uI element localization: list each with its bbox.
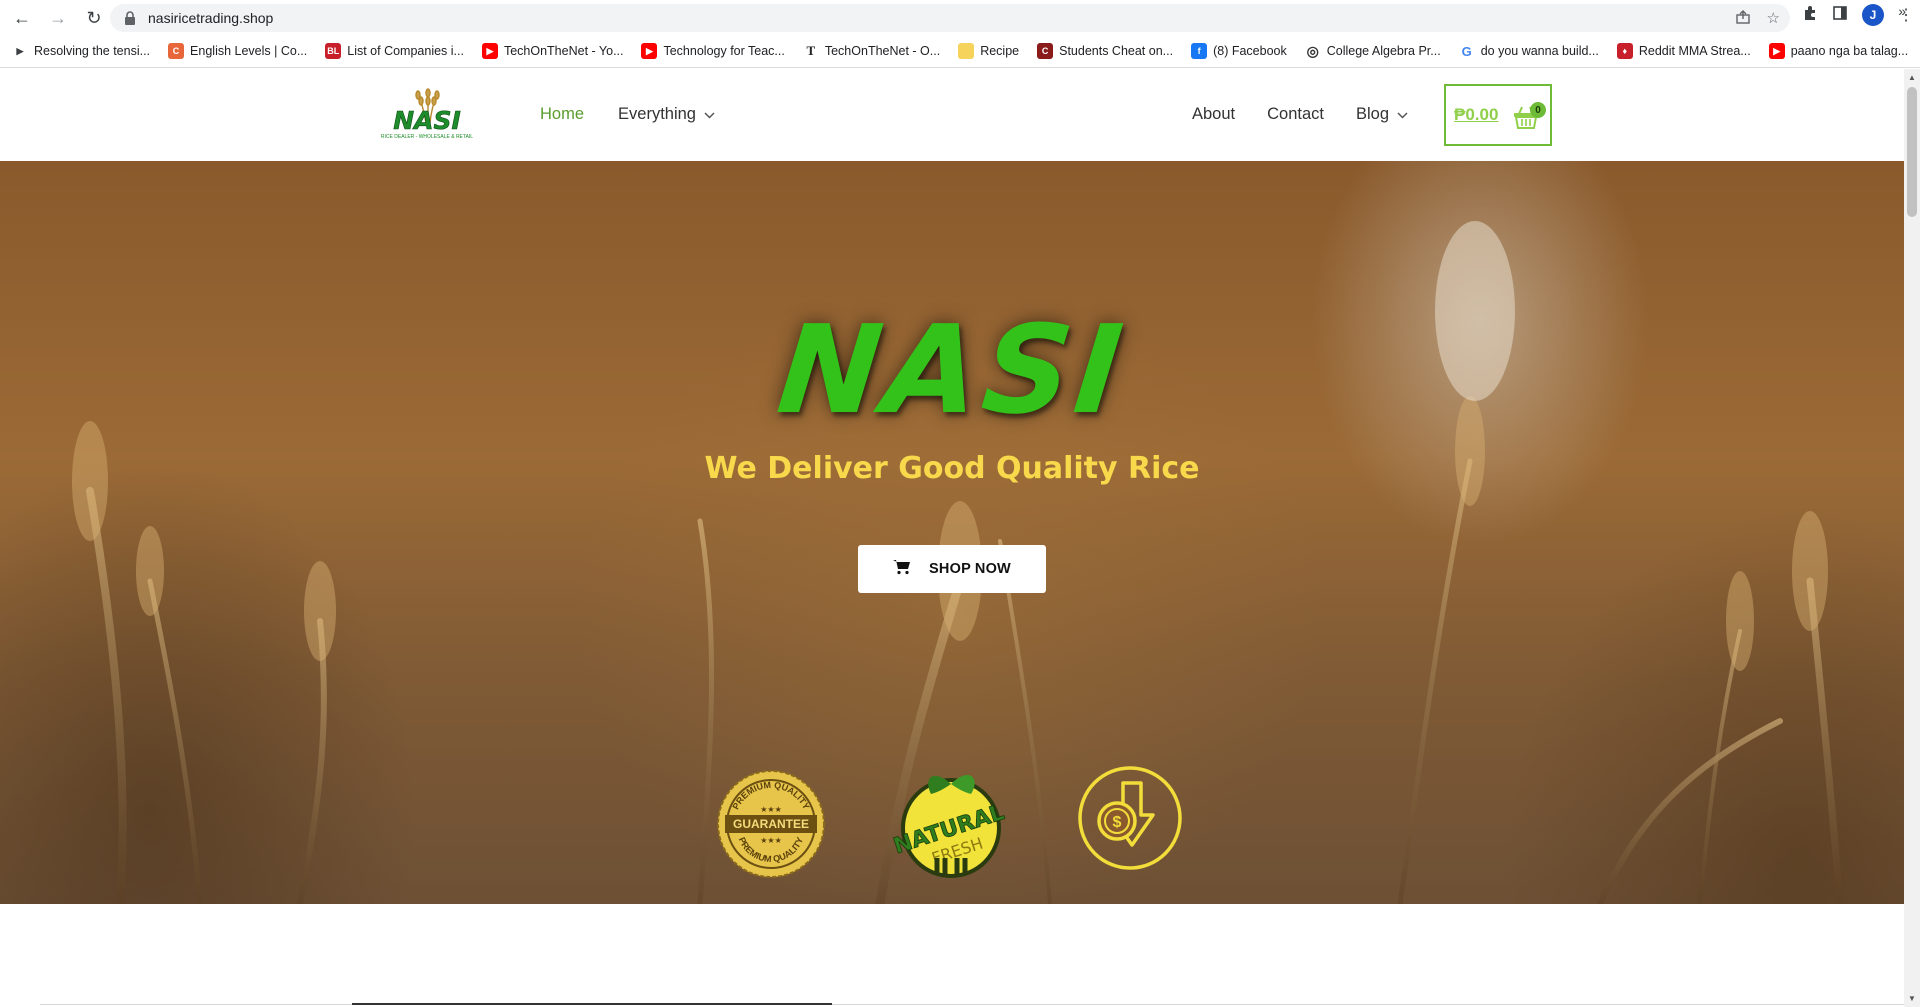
bookmark-item[interactable]: ▶ Technology for Teac...: [641, 43, 785, 59]
extensions-icon[interactable]: [1802, 5, 1818, 26]
nav-item-label: Contact: [1267, 105, 1324, 123]
profile-avatar[interactable]: J: [1862, 4, 1884, 26]
bookmark-label: Students Cheat on...: [1059, 44, 1174, 58]
cart-icon: [893, 559, 911, 579]
shop-now-button[interactable]: SHOP NOW: [858, 545, 1046, 593]
bookmark-item[interactable]: Recipe: [958, 43, 1019, 59]
reddit-icon: ♦: [1616, 43, 1633, 59]
bookmark-item[interactable]: ▶ Resolving the tensi...: [12, 43, 151, 59]
site-header: NASI RICE DEALER - WHOLESALE & RETAIL Ho…: [0, 69, 1904, 161]
scroll-up-icon[interactable]: ▲: [1908, 73, 1916, 82]
page-scrollbar[interactable]: ▲ ▼: [1904, 69, 1920, 1007]
bookmark-label: TechOnTheNet - O...: [824, 44, 941, 58]
bookmark-label: paano nga ba talag...: [1790, 44, 1909, 58]
bookmark-label: (8) Facebook: [1213, 44, 1287, 58]
scroll-down-icon[interactable]: ▼: [1908, 994, 1916, 1003]
cart-button[interactable]: ₱0.00 0: [1444, 84, 1552, 146]
chevron-down-icon: [1397, 110, 1408, 122]
c-icon: C: [1037, 43, 1054, 59]
site-icon: C: [168, 43, 185, 59]
youtube-icon: ▶: [1768, 43, 1785, 59]
share-icon[interactable]: [1735, 9, 1751, 29]
bookmark-label: Recipe: [980, 44, 1020, 58]
browser-chrome: ← → ↻ nasiricetrading.shop ☆ J ⋮ ▶ Resol…: [0, 0, 1920, 68]
nav-item-label: Blog: [1356, 105, 1390, 123]
svg-text:★★★: ★★★: [760, 805, 782, 814]
bookmark-item[interactable]: BL List of Companies i...: [325, 43, 464, 59]
bookmark-label: Reddit MMA Strea...: [1638, 44, 1751, 58]
site-logo[interactable]: NASI RICE DEALER - WHOLESALE & RETAIL: [374, 87, 480, 143]
bookmark-item[interactable]: T TechOnTheNet - O...: [803, 43, 941, 59]
bookmark-label: TechOnTheNet - Yo...: [503, 44, 624, 58]
bookmark-item[interactable]: ▶ TechOnTheNet - Yo...: [481, 43, 624, 59]
cart-count-badge: 0: [1530, 102, 1546, 118]
nav-item-label: About: [1192, 105, 1236, 123]
nav-item-label: Everything: [618, 105, 696, 123]
primary-nav-left: Home Everything: [540, 105, 715, 124]
divider: [40, 1004, 1904, 1005]
bookmark-label: List of Companies i...: [347, 44, 464, 58]
hero-subtitle: We Deliver Good Quality Rice: [704, 451, 1200, 486]
svg-text:$: $: [1113, 814, 1122, 831]
scrollbar-thumb[interactable]: [1907, 87, 1917, 217]
youtube-icon: ▶: [641, 43, 658, 59]
facebook-icon: f: [1191, 43, 1208, 59]
address-bar[interactable]: nasiricetrading.shop ☆: [110, 4, 1790, 32]
back-icon[interactable]: ←: [8, 4, 36, 32]
hero-banner: NASI We Deliver Good Quality Rice SHOP N…: [0, 161, 1904, 904]
bookmark-label: do you wanna build...: [1480, 44, 1599, 58]
bookmark-item[interactable]: ♦ Reddit MMA Strea...: [1616, 43, 1751, 59]
bl-icon: BL: [325, 43, 342, 59]
youtube-icon: ▶: [481, 43, 498, 59]
reload-icon[interactable]: ↻: [80, 4, 108, 32]
nav-item-label: Home: [540, 105, 585, 123]
nav-item-contact[interactable]: Contact: [1267, 105, 1324, 124]
cart-amount: ₱0.00: [1454, 105, 1499, 124]
web-page: NASI RICE DEALER - WHOLESALE & RETAIL Ho…: [0, 69, 1904, 1007]
bookmark-item[interactable]: Gdo you wanna build...: [1459, 43, 1599, 59]
low-price-badge: $: [1077, 765, 1183, 876]
logo-text: NASI: [393, 106, 461, 135]
folder-icon: [958, 43, 975, 59]
url-text: nasiricetrading.shop: [148, 10, 274, 26]
bookmark-item[interactable]: C Students Cheat on...: [1037, 43, 1173, 59]
nav-item-home[interactable]: Home: [540, 105, 584, 124]
logo-tagline: RICE DEALER - WHOLESALE & RETAIL: [381, 134, 473, 140]
premium-quality-guarantee-badge: PREMIUM QUALITY PREMIUM QUALITY GUARANTE…: [715, 768, 827, 885]
bookmark-item[interactable]: ▶ paano nga ba talag...: [1768, 43, 1909, 59]
lock-icon: [124, 11, 138, 25]
shop-now-label: SHOP NOW: [929, 561, 1011, 577]
nav-item-blog[interactable]: Blog: [1356, 105, 1408, 124]
bookmark-item[interactable]: f (8) Facebook: [1191, 43, 1287, 59]
toolbar: ← → ↻ nasiricetrading.shop ☆ J ⋮: [0, 0, 1920, 36]
globe-icon: ◎: [1306, 42, 1319, 59]
tab-indicator: [352, 1003, 832, 1005]
primary-nav-right: About Contact Blog: [1192, 105, 1408, 124]
google-icon: G: [1461, 43, 1472, 59]
t-icon: T: [806, 43, 816, 58]
document-icon: ▶: [16, 45, 24, 56]
bookmark-label: English Levels | Co...: [190, 44, 308, 58]
nav-item-everything[interactable]: Everything: [618, 105, 715, 124]
bookmark-item[interactable]: ◎ College Algebra Pr...: [1305, 43, 1441, 59]
bookmarks-bar: ▶ Resolving the tensi... C English Levels |…: [0, 38, 1920, 64]
bookmark-star-icon[interactable]: ☆: [1767, 9, 1780, 29]
side-panel-icon[interactable]: [1832, 5, 1848, 26]
hero-title: NASI: [771, 299, 1133, 441]
nav-item-about[interactable]: About: [1192, 105, 1235, 124]
svg-text:★★★: ★★★: [760, 836, 782, 845]
bookmark-label: Technology for Teac...: [663, 44, 785, 58]
chevron-down-icon: [704, 110, 715, 122]
more-bookmarks-icon[interactable]: »: [1898, 3, 1906, 19]
content-below-hero: [0, 904, 1904, 1007]
forward-icon[interactable]: →: [44, 4, 72, 32]
bookmark-item[interactable]: C English Levels | Co...: [168, 43, 307, 59]
svg-text:GUARANTEE: GUARANTEE: [733, 817, 809, 831]
bookmark-label: College Algebra Pr...: [1326, 44, 1441, 58]
natural-fresh-badge: NATURAL FRESH: [890, 764, 1009, 885]
bookmark-label: Resolving the tensi...: [34, 44, 151, 58]
